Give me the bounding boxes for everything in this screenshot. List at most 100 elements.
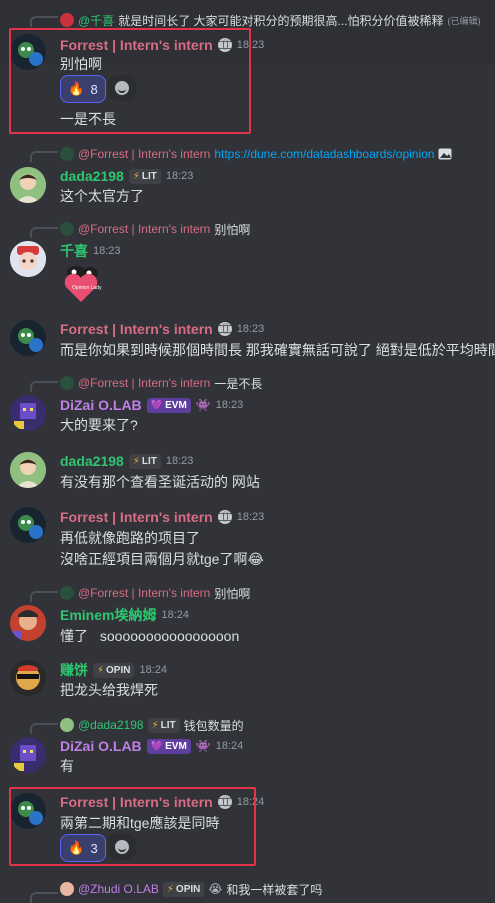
- reply-user[interactable]: @dada2198: [78, 718, 144, 732]
- message-header: Forrest | Intern's intern 18:23: [60, 319, 264, 339]
- reply-spine: [30, 591, 58, 602]
- reply-link[interactable]: https://dune.com/datadashboards/opinion: [214, 147, 434, 161]
- username[interactable]: 赚饼: [60, 660, 88, 680]
- message-text: 再低就像跑路的项目了: [60, 530, 200, 546]
- person-avatar-icon: [10, 167, 46, 203]
- crying-icon: 😭: [208, 882, 223, 896]
- reply-preview[interactable]: @dada2198 ⚡ LIT 钱包数量的: [60, 716, 492, 734]
- role-tag: 💜 EVM: [146, 738, 191, 754]
- alien-badge-icon: 👾: [195, 398, 211, 412]
- mini-avatar: [60, 13, 74, 27]
- mini-avatar: [60, 222, 74, 236]
- reply-spine: [30, 151, 58, 162]
- role-tag: ⚡ OPIN: [162, 881, 205, 897]
- username[interactable]: dada2198: [60, 453, 124, 469]
- reply-user[interactable]: @Forrest | Intern's intern: [78, 147, 210, 161]
- mini-avatar: [60, 586, 74, 600]
- sunglasses-avatar-icon: [10, 660, 46, 696]
- pixel-avatar-icon: [10, 737, 46, 773]
- timestamp[interactable]: 18:23: [237, 323, 265, 335]
- mini-avatar: [60, 882, 74, 896]
- globe-badge-icon: [217, 322, 232, 336]
- reply-text: 钱包数量的: [183, 718, 244, 733]
- username[interactable]: Eminem埃納姆: [60, 605, 156, 625]
- timestamp[interactable]: 18:23: [237, 511, 265, 523]
- message-header: DiZai O.LAB 💜 EVM 👾 18:23: [60, 395, 243, 415]
- highlight-box: [9, 28, 251, 134]
- timestamp[interactable]: 18:23: [93, 245, 121, 257]
- timestamp[interactable]: 18:24: [161, 609, 189, 621]
- image-icon: [438, 148, 452, 160]
- avatar[interactable]: [10, 605, 46, 641]
- rapper-avatar-icon: [10, 605, 46, 641]
- alien-badge-icon: 👾: [195, 739, 211, 753]
- avatar[interactable]: [10, 452, 46, 488]
- message-header: Forrest | Intern's intern 18:23: [60, 507, 264, 527]
- role-tag: ⚡ LIT: [147, 717, 180, 733]
- reply-text: 一是不長: [214, 376, 263, 391]
- reply-text: 和我一样被套了吗: [226, 882, 323, 897]
- reply-preview[interactable]: @Forrest | Intern's intern 别怕啊: [60, 584, 492, 602]
- reply-preview[interactable]: @Forrest | Intern's intern 一是不長: [60, 374, 492, 392]
- avatar[interactable]: [10, 737, 46, 773]
- reply-preview[interactable]: @千喜 就是时间长了 大家可能对积分的预期很高...怕积分价值被稀释 (已编辑): [60, 11, 492, 29]
- message-header: Eminem埃納姆 18:24: [60, 605, 189, 625]
- message-header: dada2198 ⚡ LIT 18:23: [60, 451, 193, 471]
- reply-user[interactable]: @Forrest | Intern's intern: [78, 586, 210, 600]
- message-line: soooooooooooooooon: [99, 628, 240, 644]
- bolt-icon: ⚡: [151, 719, 159, 731]
- reply-spine: [30, 723, 58, 734]
- username[interactable]: Forrest | Intern's intern: [60, 321, 213, 337]
- reply-user[interactable]: @Forrest | Intern's intern: [78, 376, 210, 390]
- message-text: 把龙头给我焊死: [60, 682, 158, 698]
- username[interactable]: 千喜: [60, 241, 88, 261]
- username[interactable]: DiZai O.LAB: [60, 738, 142, 754]
- reply-text: 就是时间长了 大家可能对积分的预期很高...怕积分价值被稀释: [118, 13, 444, 28]
- bolt-icon: ⚡: [132, 170, 140, 182]
- reply-text: 别怕啊: [214, 586, 251, 601]
- username[interactable]: Forrest | Intern's intern: [60, 509, 213, 525]
- reply-user[interactable]: @Zhudi O.LAB: [78, 882, 159, 896]
- role-tag: 💜 EVM: [146, 397, 191, 413]
- pepe-avatar-icon: [10, 507, 46, 543]
- highlight-box: [9, 787, 256, 866]
- edited-label: (已编辑): [447, 15, 481, 26]
- message-header: 千喜 18:23: [60, 241, 121, 261]
- username[interactable]: DiZai O.LAB: [60, 397, 142, 413]
- role-tag: ⚡ LIT: [128, 453, 161, 469]
- message-text: 懂了 soooooooooooooooon: [60, 626, 239, 646]
- message-header: DiZai O.LAB 💜 EVM 👾 18:24: [60, 736, 243, 756]
- reply-spine: [30, 892, 58, 903]
- timestamp[interactable]: 18:23: [166, 455, 194, 467]
- bolt-icon: ⚡: [97, 664, 105, 676]
- reply-spine: [30, 381, 58, 392]
- bolt-icon: ⚡: [132, 455, 140, 467]
- reply-spine: [30, 227, 58, 238]
- avatar[interactable]: [10, 660, 46, 696]
- message-text: 有: [60, 758, 74, 774]
- reply-spine: [30, 16, 58, 27]
- avatar[interactable]: [10, 241, 46, 277]
- mini-avatar: [60, 718, 74, 732]
- username[interactable]: dada2198: [60, 168, 124, 184]
- reply-user[interactable]: @千喜: [78, 12, 114, 29]
- chibi-avatar-icon: [10, 241, 46, 277]
- avatar[interactable]: [10, 167, 46, 203]
- reply-preview[interactable]: @Forrest | Intern's intern https://dune.…: [60, 145, 492, 163]
- message-text: 有没有那个查看圣诞活动的 网站: [60, 474, 260, 490]
- avatar[interactable]: [10, 395, 46, 431]
- timestamp[interactable]: 18:23: [216, 399, 244, 411]
- avatar[interactable]: [10, 507, 46, 543]
- sticker[interactable]: Opinion Lady: [60, 262, 102, 304]
- reply-preview[interactable]: @Forrest | Intern's intern 别怕啊: [60, 220, 492, 238]
- globe-badge-icon: [217, 510, 232, 524]
- reply-user[interactable]: @Forrest | Intern's intern: [78, 222, 210, 236]
- reply-preview[interactable]: @Zhudi O.LAB ⚡ OPIN 😭 和我一样被套了吗: [60, 880, 492, 898]
- mini-avatar: [60, 147, 74, 161]
- message-header: dada2198 ⚡ LIT 18:23: [60, 166, 193, 186]
- timestamp[interactable]: 18:24: [139, 664, 167, 676]
- message-text: 这个太官方了: [60, 188, 144, 204]
- timestamp[interactable]: 18:23: [166, 170, 194, 182]
- timestamp[interactable]: 18:24: [216, 740, 244, 752]
- avatar[interactable]: [10, 320, 46, 356]
